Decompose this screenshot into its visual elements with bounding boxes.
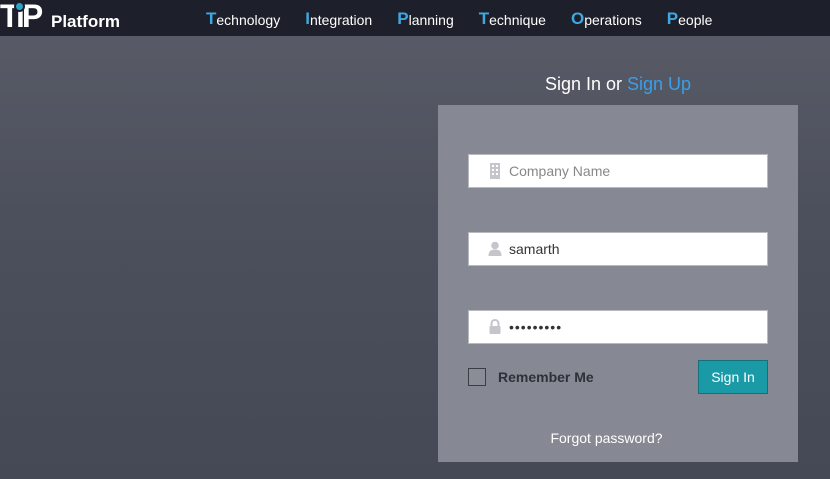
company-name-input[interactable] [509,155,759,187]
sign-in-button[interactable]: Sign In [698,360,768,394]
username-field [468,232,768,266]
logo-text: Platform [51,12,120,31]
login-panel: Remember Me Sign In Forgot password? [438,105,798,462]
top-navbar: TiP Platform Technology Integration Plan… [0,0,830,36]
username-input[interactable] [509,233,759,265]
password-input[interactable] [509,311,759,343]
remember-me-label: Remember Me [498,369,594,385]
main-nav: Technology Integration Planning Techniqu… [206,0,737,36]
company-name-field [468,154,768,188]
user-icon [488,241,502,256]
nav-item-people[interactable]: People [667,0,713,36]
nav-item-technology[interactable]: Technology [206,0,280,36]
tip-platform-logo[interactable]: TiP Platform [0,0,125,36]
remember-me: Remember Me [468,368,594,386]
nav-item-integration[interactable]: Integration [305,0,372,36]
nav-item-operations[interactable]: Operations [571,0,642,36]
nav-item-planning[interactable]: Planning [397,0,454,36]
forgot-password-link[interactable]: Forgot password? [438,430,775,446]
signin-heading-text: Sign In or [544,74,627,94]
nav-item-technique[interactable]: Technique [479,0,546,36]
remember-me-checkbox[interactable] [468,368,486,386]
lock-icon [489,319,501,334]
signup-link[interactable]: Sign Up [627,74,691,94]
logo-dot [14,1,25,12]
password-field [468,310,768,344]
building-icon [490,163,500,179]
signin-heading: Sign In or Sign Up [438,74,798,95]
